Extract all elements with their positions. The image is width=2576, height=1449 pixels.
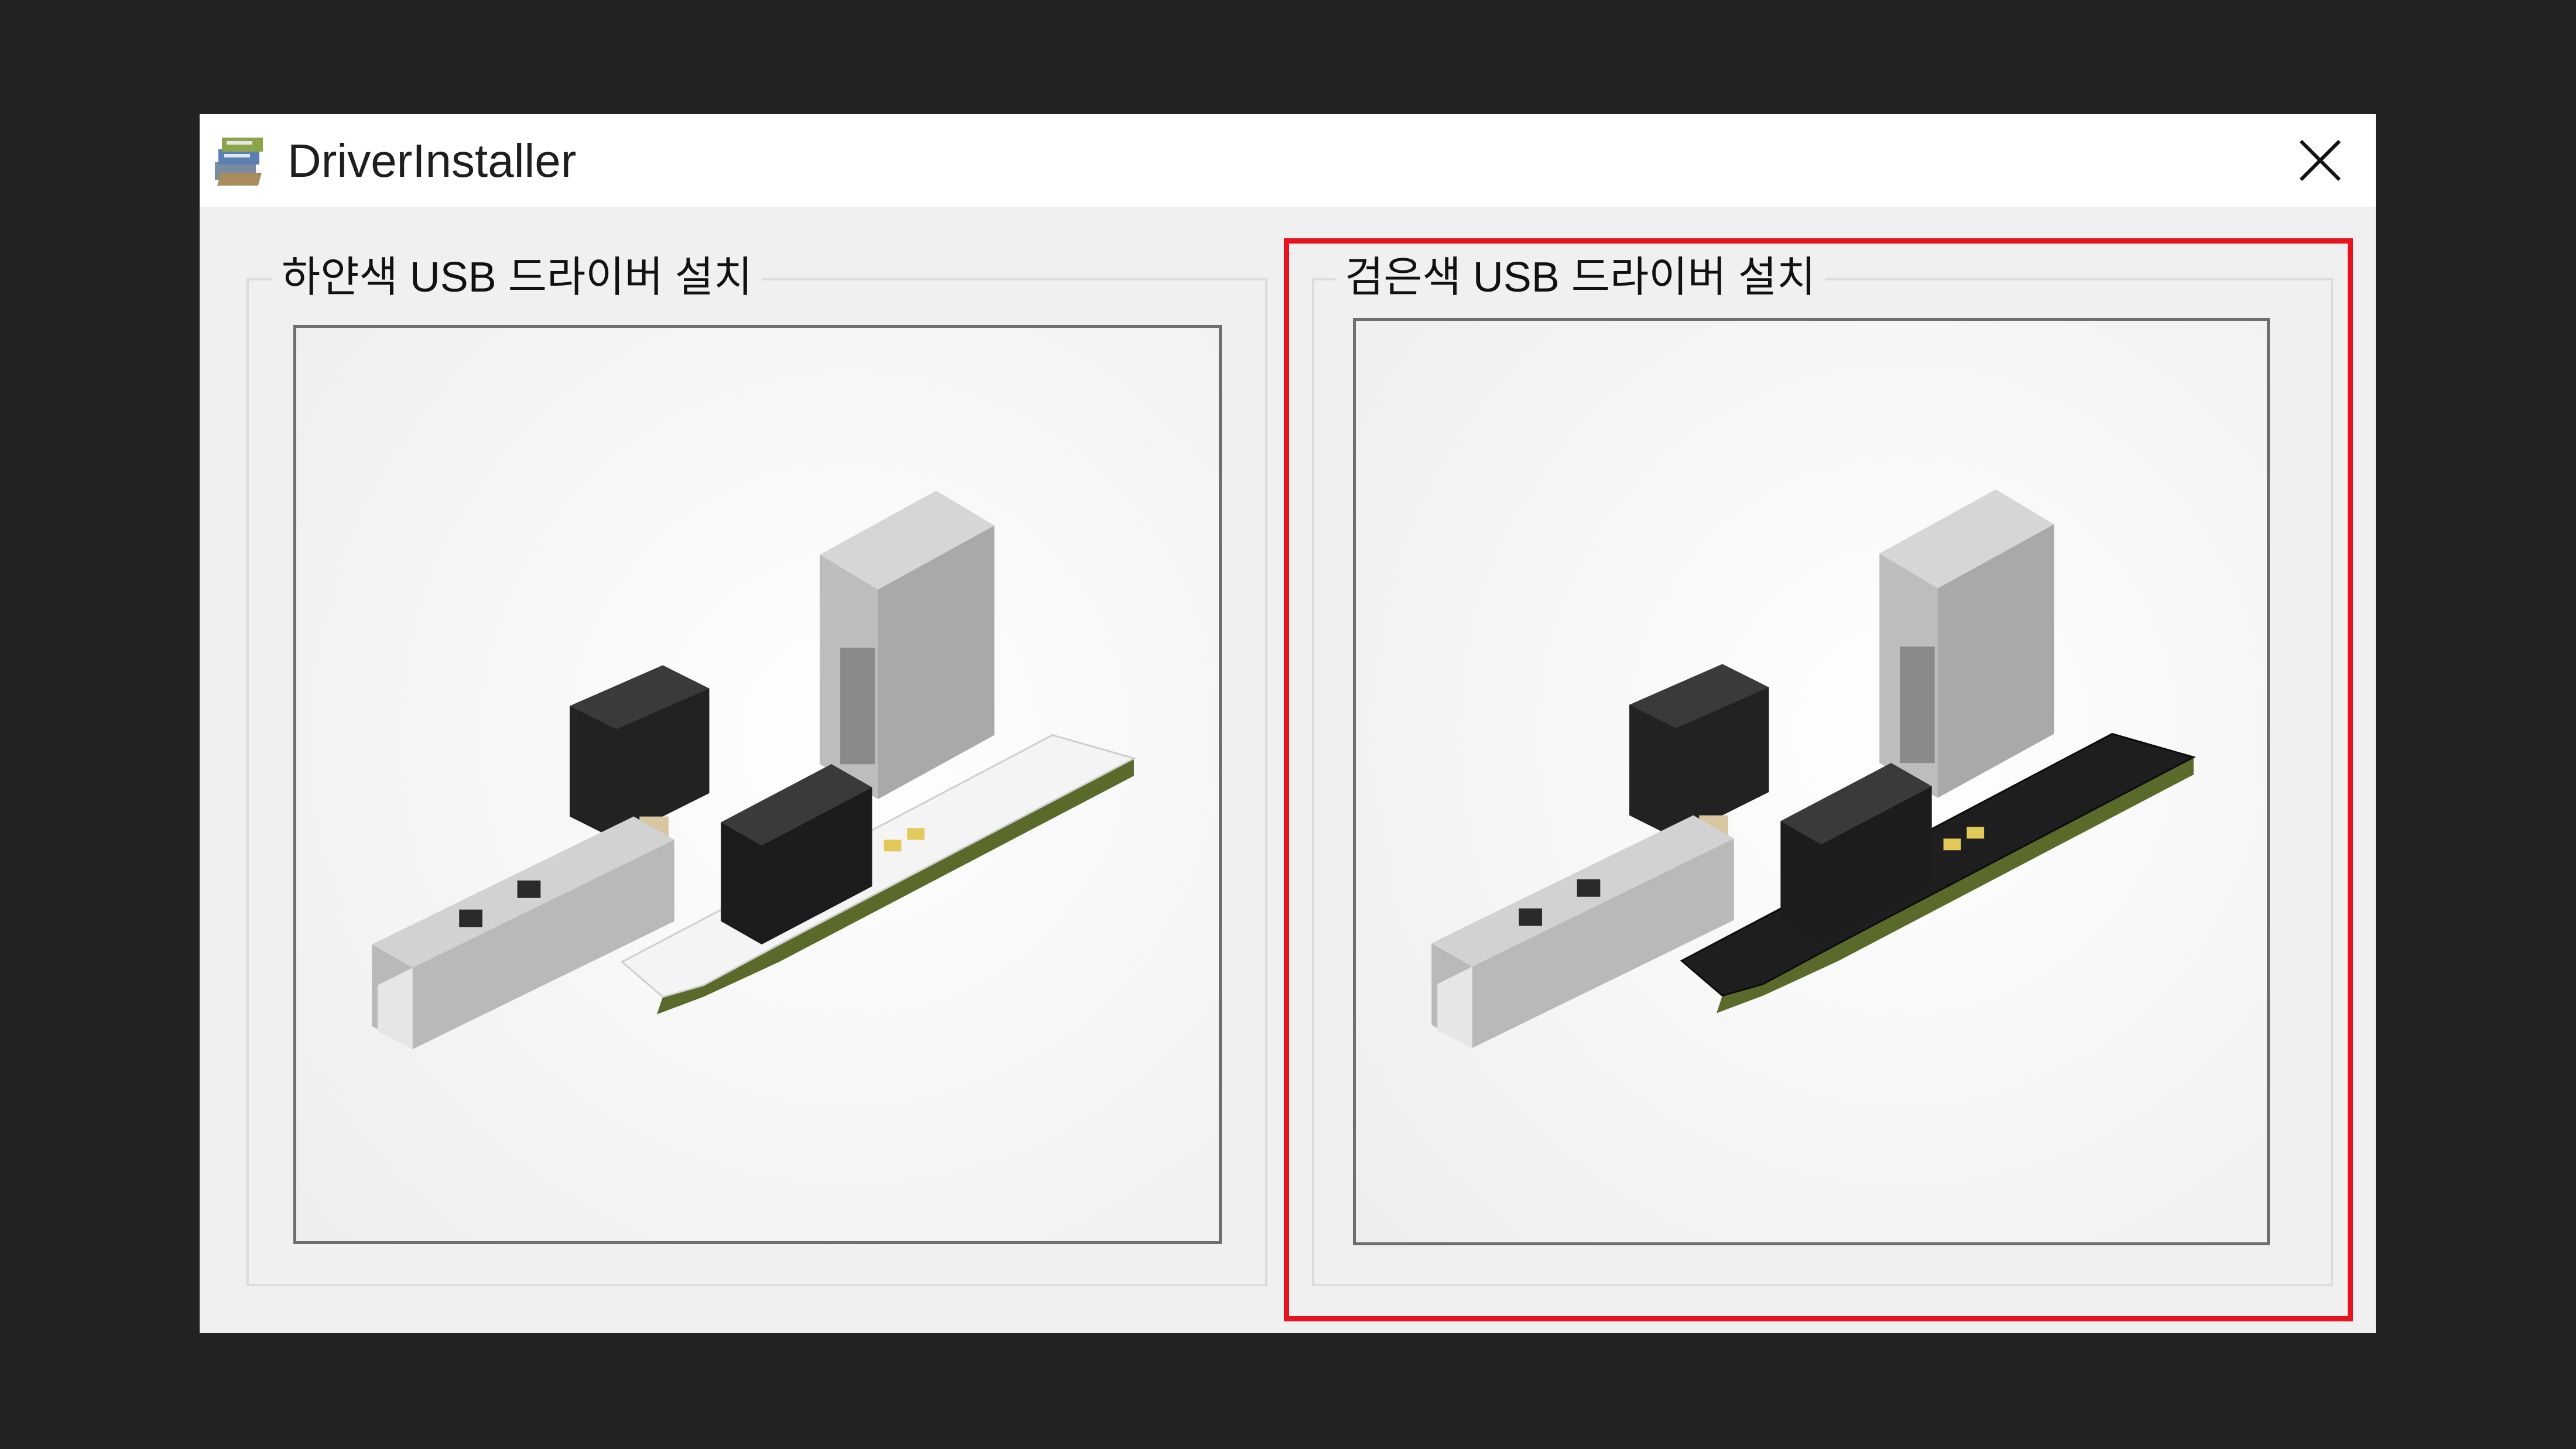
black-usb-option-label: 검은색 USB 드라이버 설치 xyxy=(1335,245,1825,310)
window-title: DriverInstaller xyxy=(287,135,577,187)
black-usb-option: 검은색 USB 드라이버 설치 xyxy=(1312,245,2333,1286)
white-usb-board-image[interactable] xyxy=(293,325,1222,1244)
close-icon xyxy=(2300,140,2341,181)
title-bar: DriverInstaller xyxy=(200,114,2376,207)
installer-icon xyxy=(215,138,263,186)
white-usb-option-label: 하얀색 USB 드라이버 설치 xyxy=(272,245,762,310)
close-button[interactable] xyxy=(2265,114,2376,207)
driver-installer-window: DriverInstaller 하얀색 USB 드라이버 설치 검은색 USB … xyxy=(200,114,2376,1333)
black-usb-board-image[interactable] xyxy=(1353,318,2270,1245)
white-usb-option: 하얀색 USB 드라이버 설치 xyxy=(246,245,1268,1286)
